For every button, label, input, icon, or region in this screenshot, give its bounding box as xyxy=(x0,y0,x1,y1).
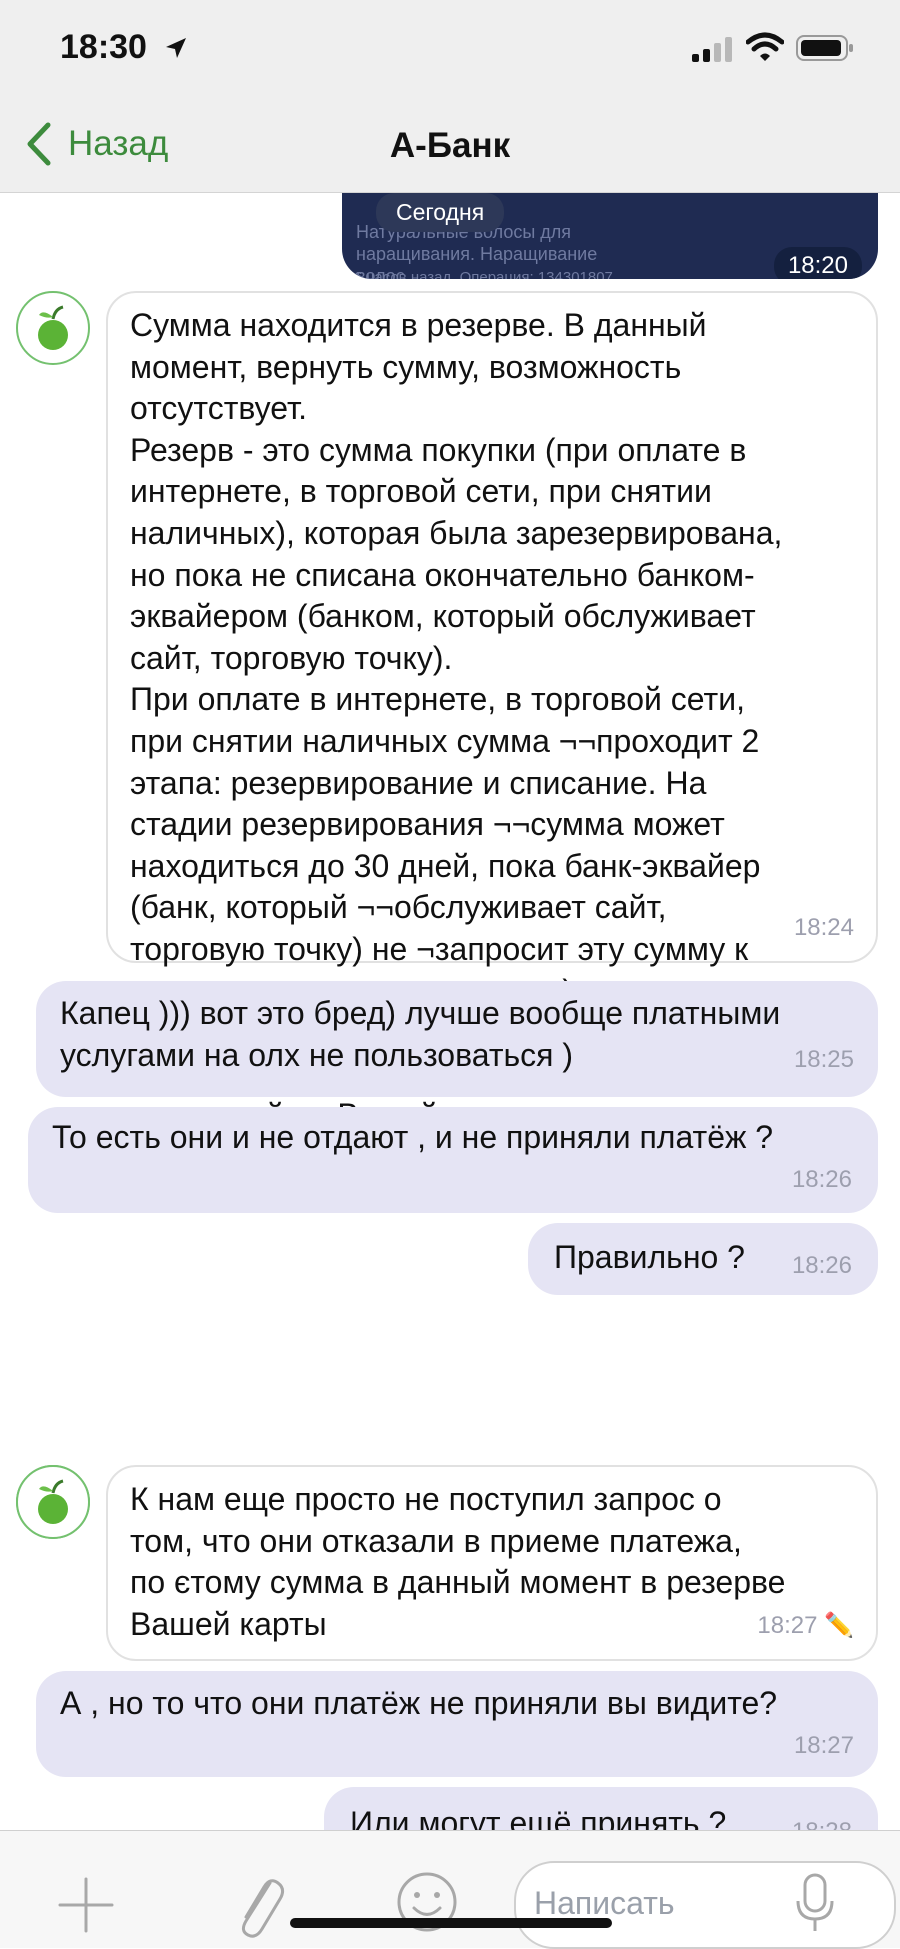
paperclip-icon[interactable] xyxy=(226,1869,286,1939)
message-time: 18:27 xyxy=(793,1732,854,1760)
message-text: Капец ))) вот это бред) лучше вообще пла… xyxy=(60,995,781,1073)
message-time: 18:28 xyxy=(792,1811,852,1830)
image-message-meta: 6 часов назад, Операция: 134301807 xyxy=(354,269,613,279)
incoming-message-bubble[interactable]: Сумма находится в резерве. В данный моме… xyxy=(106,291,878,1133)
bank-avatar[interactable] xyxy=(16,291,90,365)
apple-logo-icon xyxy=(38,305,68,350)
navigation-bar: Назад А-Банк xyxy=(0,96,900,193)
message-time: 18:25 xyxy=(793,1046,854,1074)
chat-title: А-Банк xyxy=(389,126,511,165)
battery-icon xyxy=(796,35,853,61)
message-time: 18:20 xyxy=(773,247,862,279)
date-separator: Сегодня xyxy=(376,193,505,232)
message-compose-field[interactable]: Написать xyxy=(514,1861,896,1949)
outgoing-message-bubble[interactable]: То есть они и не отдают , и не приняли п… xyxy=(28,1107,878,1213)
message-time: 18:26 xyxy=(791,1252,852,1279)
message-text: А , но то что они платёж не приняли вы в… xyxy=(60,1685,778,1721)
microphone-icon[interactable] xyxy=(792,1871,838,1935)
plus-icon[interactable] xyxy=(56,1875,116,1935)
message-time: 18:26 xyxy=(791,1166,852,1194)
message-text: То есть они и не отдают , и не приняли п… xyxy=(52,1119,774,1155)
outgoing-message-bubble[interactable]: Капец ))) вот это бред) лучше вообще пла… xyxy=(36,981,878,1097)
message-text: Правильно ? xyxy=(554,1239,745,1275)
location-arrow-icon xyxy=(166,38,186,58)
incoming-message-bubble[interactable]: К нам еще просто не поступил запрос о то… xyxy=(106,1465,878,1661)
outgoing-message-bubble[interactable]: Или могут ещё принять ? 18:28 xyxy=(324,1787,878,1830)
message-input-bar: Написать xyxy=(0,1830,900,1949)
status-time: 18:30 xyxy=(60,28,147,66)
message-text: Или могут ещё принять ? xyxy=(350,1805,727,1830)
outgoing-message-bubble[interactable]: Правильно ? 18:26 xyxy=(528,1223,878,1295)
wifi-icon xyxy=(746,32,784,61)
cellular-signal-icon xyxy=(692,37,732,62)
message-time: 18:27 ✏️ xyxy=(757,1612,854,1640)
apple-logo-icon xyxy=(38,1479,68,1524)
chat-message-list[interactable]: Натуральные волосы для наращивания. Нара… xyxy=(0,193,900,1830)
status-bar: 18:30 xyxy=(0,0,900,96)
outgoing-message-bubble[interactable]: А , но то что они платёж не приняли вы в… xyxy=(36,1671,878,1777)
message-time: 18:24 xyxy=(793,914,854,942)
compose-placeholder: Написать xyxy=(534,1885,675,1921)
home-indicator xyxy=(290,1918,612,1928)
bank-avatar[interactable] xyxy=(16,1465,90,1539)
